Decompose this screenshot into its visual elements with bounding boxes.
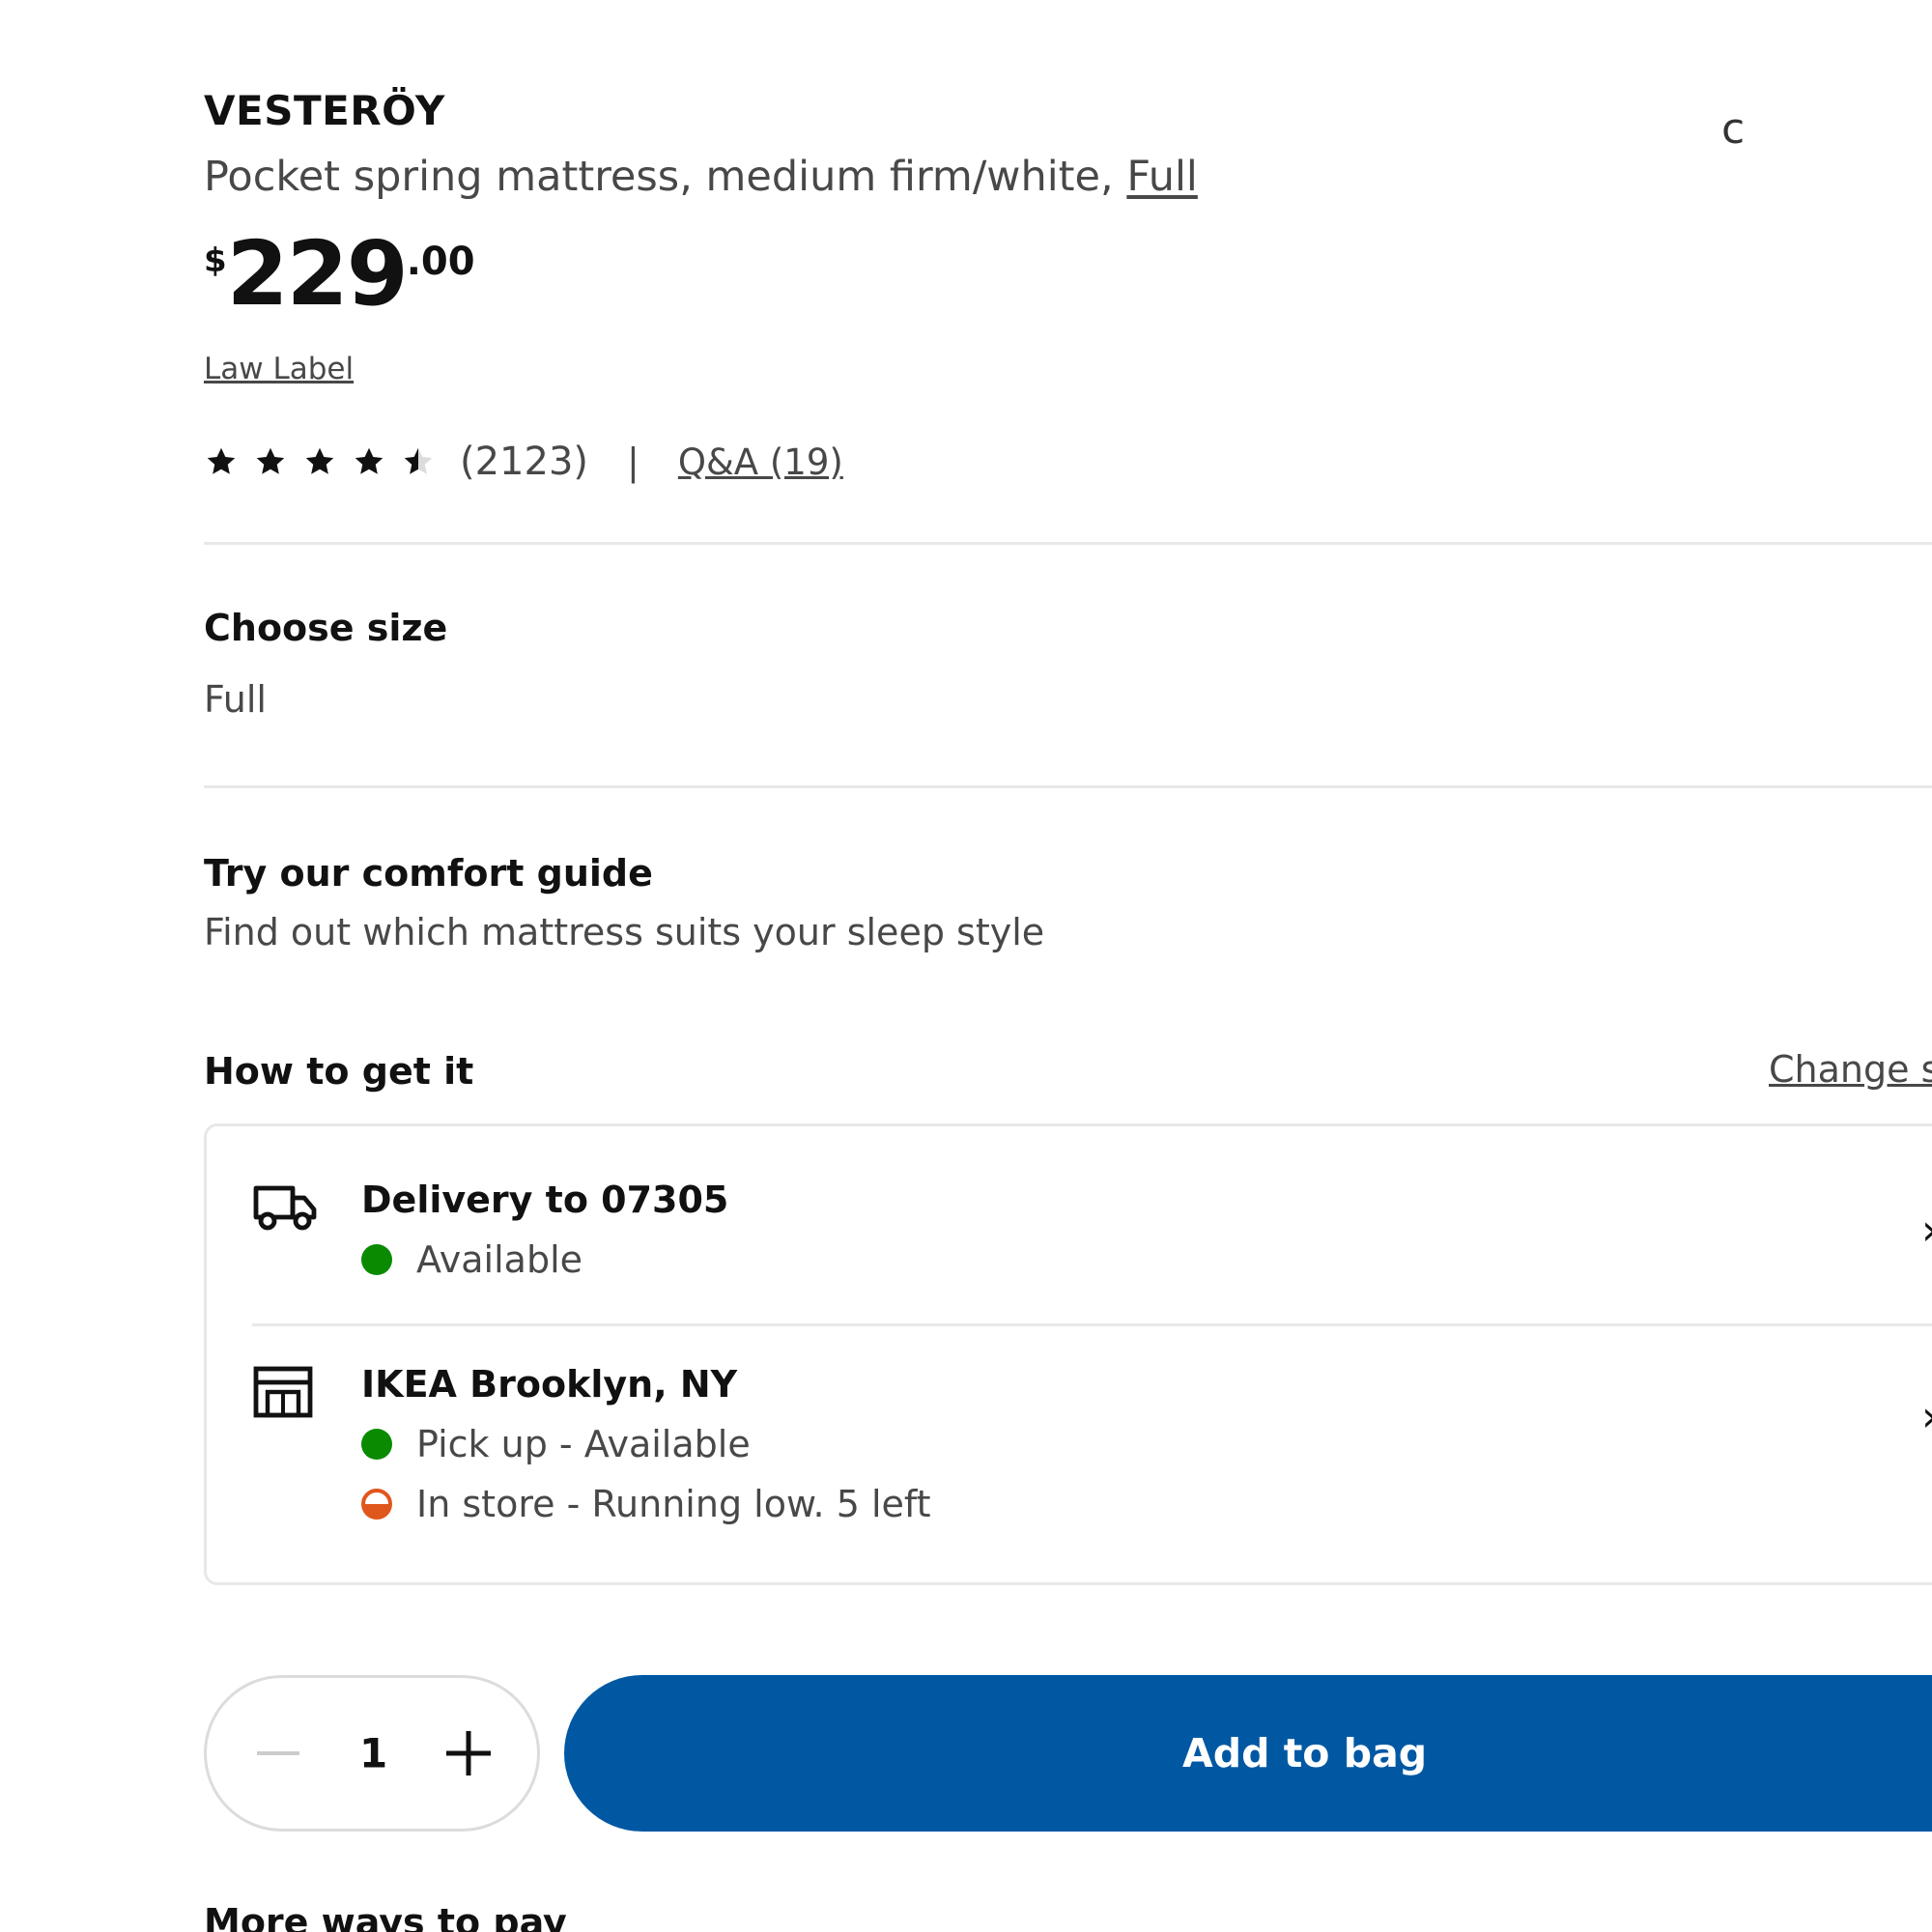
how-to-get-heading: How to get it (204, 1050, 474, 1093)
availability-card: Delivery to 07305 Available › IKEA Brook… (204, 1123, 1932, 1585)
comfort-guide-heading[interactable]: Try our comfort guide (204, 852, 653, 895)
selected-size[interactable]: Full (204, 678, 267, 721)
divider (204, 542, 1932, 545)
product-price: $229.00 (204, 230, 475, 319)
decrease-quantity-button[interactable] (255, 1730, 301, 1776)
instore-status-text: In store - Running low. 5 left (416, 1483, 931, 1525)
instore-status: In store - Running low. 5 left (361, 1483, 931, 1525)
truck-icon (253, 1185, 317, 1231)
store-row[interactable]: IKEA Brooklyn, NY Pick up - Available In… (207, 1326, 1932, 1585)
quantity-stepper: 1 (204, 1675, 540, 1832)
change-store-link[interactable]: Change s (1769, 1048, 1932, 1091)
price-decimal: .00 (406, 240, 475, 284)
price-currency: $ (204, 242, 227, 280)
product-page: c VESTERÖY Pocket spring mattress, mediu… (0, 0, 1932, 1932)
pickup-status-text: Pick up - Available (416, 1423, 751, 1465)
available-status-dot-icon (361, 1429, 392, 1460)
chevron-right-icon: › (1921, 1206, 1932, 1255)
price-integer: 229 (226, 222, 409, 326)
star-full-icon (207, 447, 236, 474)
add-to-bag-button[interactable]: Add to bag (564, 1675, 1932, 1832)
product-description-text: Pocket spring mattress, medium firm/whit… (204, 153, 1114, 201)
law-label-link[interactable]: Law Label (204, 352, 354, 386)
minus-icon (257, 1751, 299, 1755)
cut-off-glyph: c (1721, 104, 1746, 154)
star-full-icon (305, 447, 334, 474)
add-to-bag-label: Add to bag (1182, 1730, 1428, 1776)
qa-link[interactable]: Q&A (19) (678, 441, 843, 483)
delivery-title: Delivery to 07305 (361, 1179, 729, 1221)
rating-count[interactable]: (2123) (460, 440, 588, 484)
size-link[interactable]: Full (1126, 153, 1198, 201)
plus-icon (446, 1731, 491, 1776)
divider (204, 785, 1932, 788)
chevron-right-icon: › (1921, 1392, 1932, 1441)
delivery-status-text: Available (416, 1238, 583, 1281)
more-ways-to-pay-heading: More ways to pay (204, 1901, 567, 1932)
store-icon (253, 1366, 313, 1418)
delivery-row[interactable]: Delivery to 07305 Available › (207, 1126, 1932, 1323)
delivery-status: Available (361, 1238, 582, 1281)
product-name: VESTERÖY (204, 87, 445, 134)
star-full-icon (355, 447, 384, 474)
low-stock-status-dot-icon (361, 1489, 392, 1520)
quantity-value[interactable]: 1 (359, 1730, 387, 1777)
rating-separator: | (627, 440, 639, 483)
choose-size-heading: Choose size (204, 607, 448, 649)
store-title: IKEA Brooklyn, NY (361, 1363, 738, 1406)
pickup-status: Pick up - Available (361, 1423, 751, 1465)
comfort-guide-text: Find out which mattress suits your sleep… (204, 911, 1045, 953)
increase-quantity-button[interactable] (443, 1728, 494, 1778)
product-description: Pocket spring mattress, medium firm/whit… (204, 153, 1198, 201)
star-rating[interactable] (204, 444, 450, 479)
star-full-icon (256, 447, 285, 474)
star-half-icon (404, 447, 433, 474)
available-status-dot-icon (361, 1244, 392, 1275)
rating-row: (2123) | Q&A (19) (204, 440, 843, 484)
